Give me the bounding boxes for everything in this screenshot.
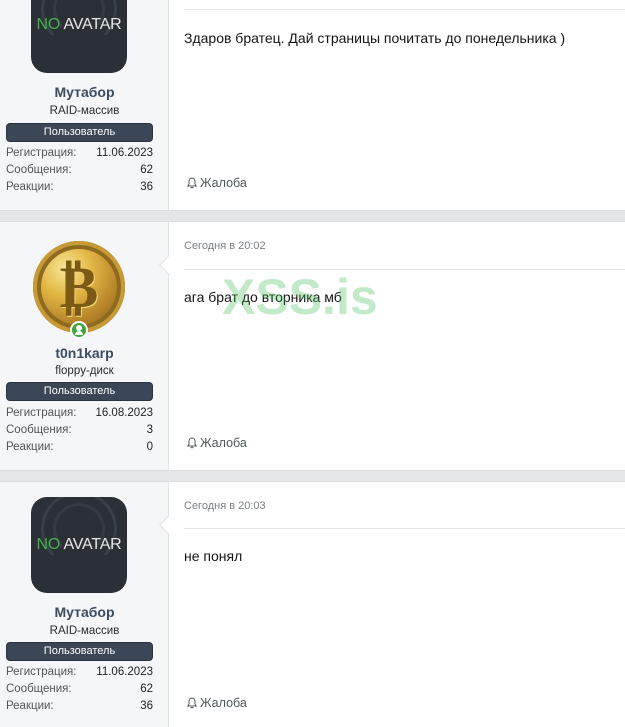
stat-label: Реакции: — [6, 441, 54, 453]
username[interactable]: Мутабор — [0, 604, 169, 620]
username[interactable]: t0n1karp — [0, 345, 169, 361]
post-timestamp[interactable]: Сегодня в 20:03 — [184, 500, 266, 512]
stat-value: 3 — [146, 424, 153, 436]
user-banner: Пользователь — [6, 382, 153, 401]
stat-registration: Регистрация: 16.08.2023 — [6, 407, 153, 423]
username[interactable]: Мутабор — [0, 84, 169, 100]
report-link[interactable]: Жалоба — [186, 696, 247, 710]
stat-messages: Сообщения: 3 — [6, 424, 153, 440]
post-main-cell: Здаров братец. Дай страницы почитать до … — [169, 0, 625, 210]
user-title: floppy-диск — [55, 365, 114, 377]
post-timestamp[interactable]: Сегодня в 20:02 — [184, 240, 266, 252]
stat-messages: Сообщения: 62 — [6, 683, 153, 699]
online-status-icon — [70, 321, 88, 339]
bell-icon — [186, 437, 198, 449]
user-title: RAID-массив — [49, 105, 120, 117]
avatar-avatar-text: AVATAR — [63, 16, 122, 33]
header-separator — [184, 269, 625, 270]
bitcoin-icon: ₿ — [59, 253, 99, 321]
post-main-cell: Сегодня в 20:02 ага брат до вторника мб … — [159, 222, 625, 470]
stat-label: Реакции: — [6, 181, 54, 193]
stat-value: 62 — [140, 683, 153, 695]
avatar-no-text: NO — [36, 536, 61, 553]
user-avatar[interactable]: NO AVATAR — [31, 0, 127, 73]
user-banner: Пользователь — [6, 123, 153, 142]
stat-reactions: Реакции: 36 — [6, 700, 153, 716]
stat-value: 62 — [140, 164, 153, 176]
avatar-no-text: NO — [36, 16, 61, 33]
report-link[interactable]: Жалоба — [186, 176, 247, 190]
stat-label: Сообщения: — [6, 424, 72, 436]
message-text: ага брат до вторника мб — [184, 289, 342, 305]
header-separator — [184, 9, 625, 10]
stat-registration: Регистрация: 11.06.2023 — [6, 147, 153, 163]
report-label: Жалоба — [200, 176, 247, 190]
post-1: NO AVATAR Мутабор RAID-массив Пользовате… — [0, 0, 625, 211]
stat-value: 11.06.2023 — [96, 666, 153, 678]
post-user-cell: NO AVATAR Мутабор RAID-массив Пользовате… — [0, 482, 169, 727]
post-2: ₿ t0n1karp floppy-диск Пользователь Реги… — [0, 221, 625, 471]
user-avatar[interactable]: NO AVATAR — [31, 497, 127, 593]
stat-registration: Регистрация: 11.06.2023 — [6, 666, 153, 682]
header-separator — [184, 528, 625, 529]
post-user-cell: ₿ t0n1karp floppy-диск Пользователь Реги… — [0, 222, 169, 470]
user-banner: Пользователь — [6, 642, 153, 661]
stat-messages: Сообщения: 62 — [6, 164, 153, 180]
stat-label: Регистрация: — [6, 147, 77, 159]
message-text: Здаров братец. Дай страницы почитать до … — [184, 30, 566, 46]
stat-value: 11.06.2023 — [96, 147, 153, 159]
stat-value: 36 — [140, 700, 153, 712]
stat-value: 36 — [140, 181, 153, 193]
stat-label: Реакции: — [6, 700, 54, 712]
stat-reactions: Реакции: 0 — [6, 441, 153, 457]
post-main-cell: Сегодня в 20:03 не понял Жалоба — [159, 482, 625, 727]
bell-icon — [186, 697, 198, 709]
avatar-avatar-text: AVATAR — [63, 536, 122, 553]
user-title: RAID-массив — [49, 625, 120, 637]
report-label: Жалоба — [200, 696, 247, 710]
post-3: NO AVATAR Мутабор RAID-массив Пользовате… — [0, 481, 625, 727]
post-user-cell: NO AVATAR Мутабор RAID-массив Пользовате… — [0, 0, 169, 210]
stat-label: Регистрация: — [6, 407, 77, 419]
stat-value: 16.08.2023 — [95, 407, 153, 419]
report-label: Жалоба — [200, 436, 247, 450]
stat-label: Сообщения: — [6, 164, 72, 176]
message-text: не понял — [184, 548, 243, 564]
user-avatar[interactable]: ₿ — [33, 241, 125, 333]
bell-icon — [186, 177, 198, 189]
report-link[interactable]: Жалоба — [186, 436, 247, 450]
stat-label: Регистрация: — [6, 666, 77, 678]
stat-label: Сообщения: — [6, 683, 72, 695]
stat-reactions: Реакции: 36 — [6, 181, 153, 197]
stat-value: 0 — [146, 441, 153, 453]
